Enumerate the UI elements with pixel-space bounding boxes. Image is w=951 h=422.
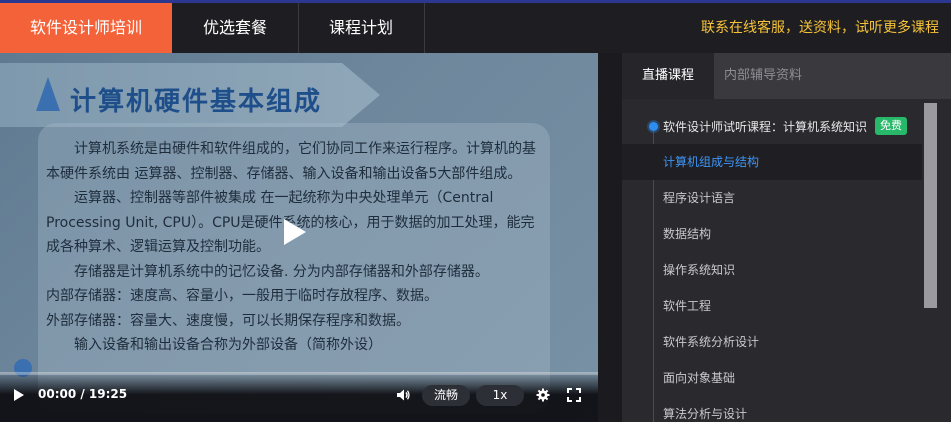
slide-paragraph: 内部存储器：速度高、容量小，一般用于临时存放程序、数据。 bbox=[46, 288, 438, 304]
slide-title: 计算机硬件基本组成 bbox=[70, 87, 323, 117]
tab-divider bbox=[424, 3, 425, 53]
gear-icon[interactable] bbox=[536, 388, 550, 402]
course-header[interactable]: 软件设计师试听课程：计算机系统知识 免费 bbox=[622, 109, 922, 143]
lesson-item[interactable]: 数据结构 bbox=[622, 216, 922, 252]
big-play-icon[interactable] bbox=[284, 219, 306, 245]
slide-paragraph: 外部存储器：容量大、速度慢，可以长期保存程序和数据。 bbox=[46, 312, 410, 329]
time-display: 00:00 / 19:25 bbox=[38, 387, 128, 401]
panel-gap bbox=[598, 53, 622, 422]
fullscreen-icon[interactable] bbox=[567, 388, 581, 402]
lesson-item[interactable]: 程序设计语言 bbox=[622, 180, 922, 216]
top-nav-bar: 软件设计师培训 优选套餐 课程计划 联系在线客服，送资料，试听更多课程 bbox=[0, 0, 951, 53]
free-badge: 免费 bbox=[875, 117, 907, 135]
scrollbar-thumb[interactable] bbox=[924, 103, 937, 308]
tab-software-designer-training[interactable]: 软件设计师培训 bbox=[0, 3, 172, 53]
volume-icon[interactable] bbox=[396, 388, 410, 402]
lesson-item[interactable]: 操作系统知识 bbox=[622, 252, 922, 288]
speed-button[interactable]: 1x bbox=[476, 385, 524, 406]
promo-link[interactable]: 联系在线客服，送资料，试听更多课程 bbox=[701, 3, 939, 53]
lesson-item[interactable]: 软件工程 bbox=[622, 288, 922, 324]
slide-body: 计算机系统是由硬件和软件组成的，它们协同工作来运行程序。计算机的基本硬件系统由 … bbox=[46, 137, 546, 358]
lesson-item[interactable]: 软件系统分析设计 bbox=[622, 324, 922, 360]
course-title: 软件设计师试听课程：计算机系统知识 bbox=[663, 120, 868, 134]
lesson-item[interactable]: 计算机组成与结构 bbox=[622, 144, 922, 180]
slide-logo-icon bbox=[36, 77, 60, 111]
slide-paragraph: 存储器是计算机系统中的记忆设备. 分为内部存储器和外部存储器。 bbox=[74, 263, 489, 280]
tab-live-courses[interactable]: 直播课程 bbox=[622, 53, 714, 99]
current-course-icon bbox=[649, 122, 658, 131]
sidebar-scrollbar[interactable] bbox=[922, 103, 939, 403]
tab-course-plan[interactable]: 课程计划 bbox=[298, 3, 424, 53]
slide-paragraph: 输入设备和输出设备合称为外部设备（简称外设） bbox=[74, 337, 382, 353]
play-icon[interactable] bbox=[14, 389, 24, 401]
tab-internal-materials[interactable]: 内部辅导资料 bbox=[724, 53, 802, 99]
course-sidebar: 直播课程 内部辅导资料 软件设计师试听课程：计算机系统知识 免费 计算机组成与结… bbox=[622, 53, 951, 422]
slide-paragraph: 计算机系统是由硬件和软件组成的，它们协同工作来运行程序。计算机的基本硬件系统由 … bbox=[46, 141, 536, 182]
tab-preferred-package[interactable]: 优选套餐 bbox=[172, 3, 298, 53]
sidebar-tabs: 直播课程 内部辅导资料 bbox=[622, 53, 951, 99]
lesson-item[interactable]: 面向对象基础 bbox=[622, 360, 922, 396]
lesson-item[interactable]: 算法分析与设计 bbox=[622, 396, 922, 422]
video-player[interactable]: 计算机硬件基本组成 计算机系统是由硬件和软件组成的，它们协同工作来运行程序。计算… bbox=[0, 53, 598, 422]
quality-button[interactable]: 流畅 bbox=[422, 385, 470, 406]
course-list: 软件设计师试听课程：计算机系统知识 免费 计算机组成与结构 程序设计语言 数据结… bbox=[622, 109, 922, 422]
